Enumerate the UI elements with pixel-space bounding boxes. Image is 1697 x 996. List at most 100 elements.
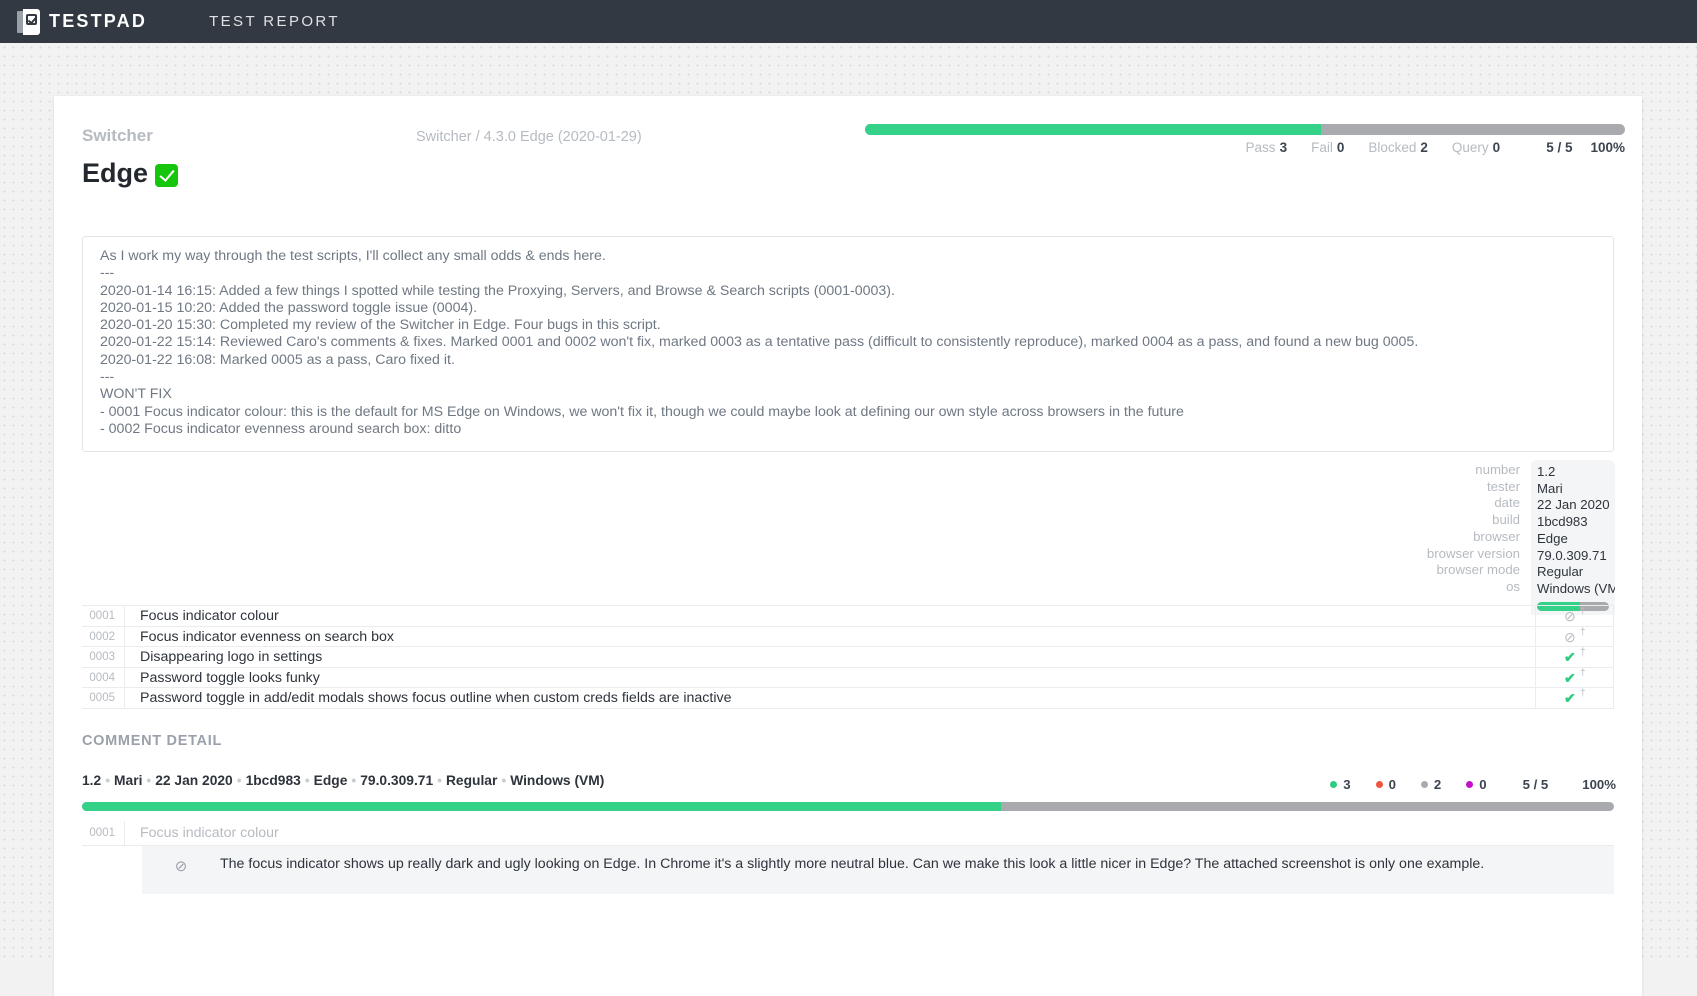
row-result-cell[interactable]: ✔ † [1535,688,1614,708]
table-row[interactable]: 0004 Password toggle looks funky ✔ † [82,667,1614,688]
notes-line: As I work my way through the test script… [100,248,606,264]
notes-panel: As I work my way through the test script… [82,236,1614,453]
stat-pass-label: Pass [1245,140,1276,155]
cd-meta-part: 22 Jan 2020 [155,773,233,788]
row-result-cell[interactable]: ⊘ † [1535,626,1614,646]
page-title-text: Edge [82,158,149,188]
fail-dot-icon [1375,781,1383,788]
run-metadata-values: 1.2 Mari 22 Jan 2020 1bcd983 Edge 79.0.309.71… [1531,460,1615,615]
blocked-circle-icon: ⊘ [1564,608,1576,624]
comment-detail-heading: COMMENT DETAIL [82,733,223,749]
run-metadata-label: browser version [1426,545,1520,561]
run-metadata-value: 1bcd983 [1537,514,1588,530]
row-result-cell[interactable]: ✔ † [1535,667,1614,687]
run-metadata-value: 79.0.309.71 [1537,547,1607,563]
top-bar: TESTPAD TEST REPORT [0,0,1697,43]
brand-name: TESTPAD [49,11,148,31]
check-icon: ✔ [1564,669,1576,686]
table-row[interactable]: 0001 Focus indicator colour ⊘ † [82,606,1614,627]
stat-blocked-label: Blocked [1368,140,1417,155]
stat-query-value: 0 [1492,140,1501,155]
stat-blocked-value: 2 [1420,140,1428,155]
cd-meta-part: 1bcd983 [245,773,301,788]
table-row[interactable]: 0002 Focus indicator evenness on search b… [82,626,1614,647]
row-title: Password toggle in add/edit modals shows… [124,688,1535,708]
notes-line: 2020-01-14 16:15: Added a few things I s… [100,282,895,299]
run-metadata-label: browser [1473,528,1520,544]
check-icon: ✔ [1564,649,1576,665]
table-row[interactable]: 0003 Disappearing logo in settings ✔ † [82,647,1614,668]
report-header: Switcher Switcher / 4.3.0 Edge (2020-01-… [54,96,1642,188]
row-number: 0004 [89,671,115,684]
cd-stat-pass-value: 3 [1343,777,1351,792]
cd-stat-blocked-value: 2 [1433,777,1442,792]
cd-row-title: Focus indicator colour [124,821,1614,845]
comment-detail-row-header[interactable]: 0001 Focus indicator colour [82,821,1614,846]
comment-dagger-icon: † [1580,606,1586,617]
brand-link[interactable]: TESTPAD [17,8,148,35]
stat-fail-value: 0 [1336,140,1345,155]
breadcrumb: Switcher / 4.3.0 Edge (2020-01-29) [416,129,642,145]
query-dot-icon [1466,781,1474,788]
stat-fail-label: Fail [1311,140,1333,155]
notes-line: WON'T FIX [100,386,172,403]
run-metadata-value: Regular [1537,564,1584,580]
stat-fraction: 5 / 5 [1546,140,1573,155]
nav-test-report[interactable]: TEST REPORT [209,13,340,30]
cd-stat-blocked: 2 [1420,777,1442,792]
row-number: 0002 [89,630,115,643]
row-number: 0001 [89,610,115,622]
row-number: 0005 [89,692,115,704]
meta-separator-icon: • [437,773,442,788]
run-metadata-value: 22 Jan 2020 [1537,497,1610,513]
run-metadata-value: Mari [1537,480,1563,496]
cd-stat-percent: 100% [1582,777,1616,792]
comment-dagger-icon: † [1580,647,1586,658]
cd-stat-query-value: 0 [1479,777,1487,792]
stat-pass: Pass 3 [1246,140,1288,155]
cd-stat-query: 0 [1466,777,1487,792]
notes-line: --- [100,369,115,386]
table-row[interactable]: 0005 Password toggle in add/edit modals s… [82,688,1614,709]
notes-line: --- [100,265,115,282]
row-title: Focus indicator evenness on search box [124,626,1535,646]
report-card: Switcher Switcher / 4.3.0 Edge (2020-01-… [54,96,1642,996]
cd-row-number: 0001 [89,827,115,839]
comment-detail-meta: 1.2 • Mari • 22 Jan 2020 • 1bcd983 • Edge • 79.0.3… [82,773,1282,789]
notes-line: 2020-01-20 15:30: Completed my review of… [100,317,661,334]
run-metadata-value: Edge [1537,530,1568,546]
notes-line: - 0002 Focus indicator evenness around s… [100,420,462,437]
row-title: Disappearing logo in settings [124,647,1535,667]
comment-dagger-icon: † [1580,667,1586,679]
cd-meta-part: 79.0.309.71 [360,773,434,788]
run-metadata: number tester date build browser browser vers… [1427,460,1615,615]
meta-separator-icon: • [236,773,242,788]
stat-pass-value: 3 [1279,140,1288,155]
cd-meta-part: Windows (VM) [510,773,605,788]
row-title: Focus indicator colour [124,606,1535,626]
row-result-cell[interactable]: ⊘ † [1535,606,1614,626]
meta-separator-icon: • [501,773,507,788]
run-metadata-label: os [1506,578,1520,594]
run-metadata-label: number [1475,462,1520,477]
cd-meta-part: Edge [313,773,348,788]
row-result-cell[interactable]: ✔ † [1535,647,1614,667]
test-rows-table: 0001 Focus indicator colour ⊘ † 0002 Focus in… [82,605,1614,709]
comment-detail-stats: 3 0 2 0 5 / 5 100% [1305,777,1616,792]
meta-separator-icon: • [146,773,152,788]
run-metadata-label: tester [1487,478,1520,494]
comment-text: The focus indicator shows up really dark… [220,856,1485,872]
comment-dagger-icon: † [1580,626,1586,638]
pass-dot-icon [1330,781,1338,788]
cd-stat-pass: 3 [1330,777,1351,792]
cd-stat-fraction: 5 / 5 [1522,777,1549,792]
green-check-badge-icon [155,164,179,187]
meta-separator-icon: • [351,773,357,788]
testpad-logo-icon [17,8,41,35]
notes-line: - 0001 Focus indicator colour: this is t… [100,403,1184,420]
header-stats: Pass 3 Fail 0 Blocked 2 Query 0 5 / 5 100% [865,140,1625,155]
comment-dagger-icon: † [1580,688,1586,699]
run-metadata-label: browser mode [1436,562,1520,578]
blocked-circle-icon: ⊘ [1564,628,1576,645]
project-name: Switcher [82,126,153,145]
